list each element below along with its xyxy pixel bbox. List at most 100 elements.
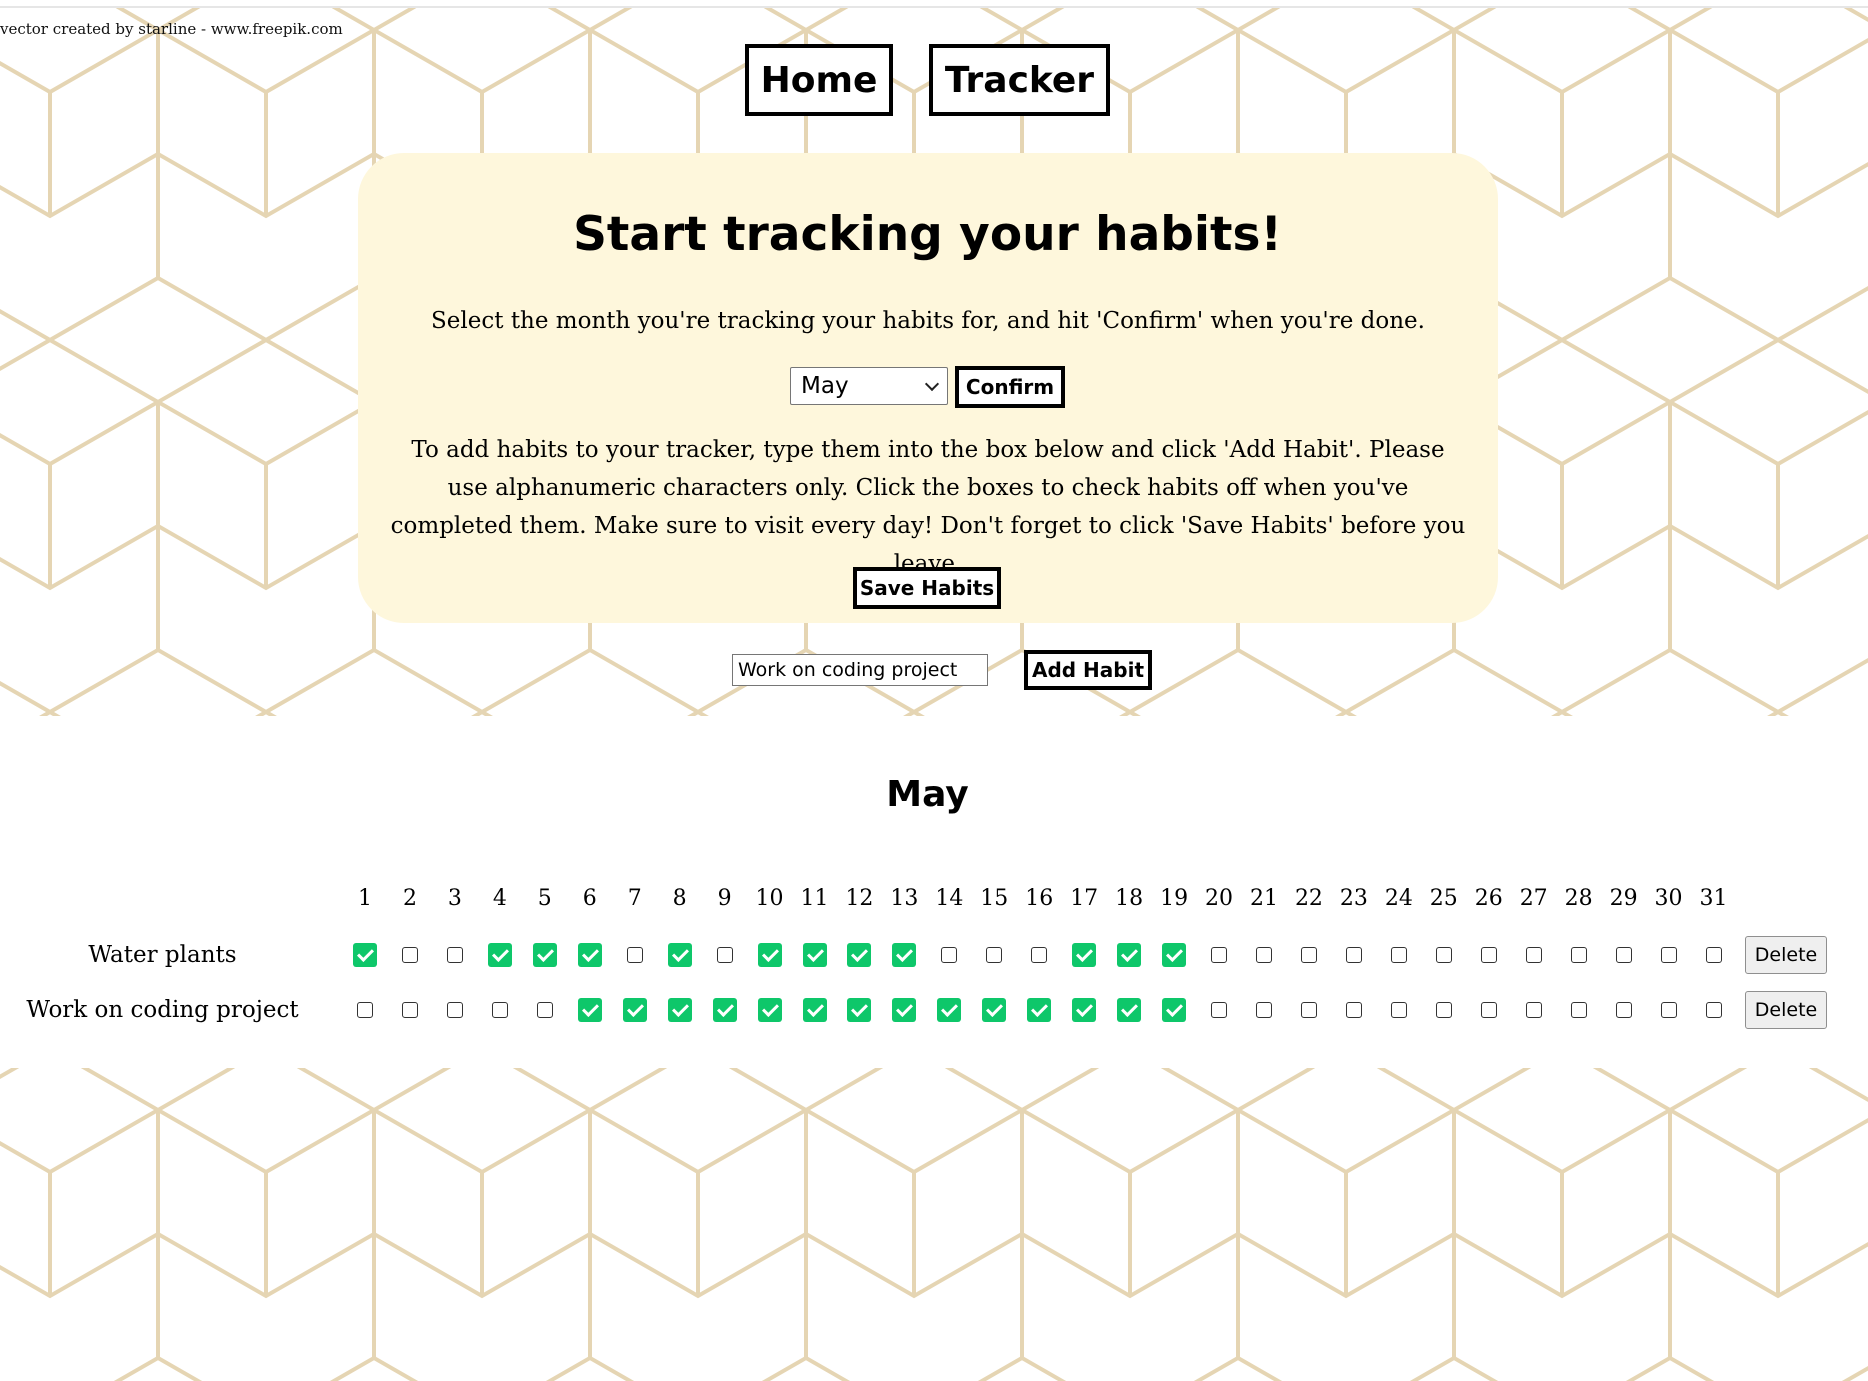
save-habits-button[interactable]: Save Habits [853, 567, 1001, 609]
delete-habit-button[interactable]: Delete [1745, 936, 1827, 974]
habit-checkbox-checked[interactable] [1117, 943, 1142, 967]
habit-checkbox-checked[interactable] [577, 998, 602, 1022]
habit-checkbox[interactable] [1615, 947, 1632, 963]
habit-checkbox-checked[interactable] [847, 943, 872, 967]
add-habit-button[interactable]: Add Habit [1024, 650, 1152, 690]
habit-name: Work on coding project [26, 997, 299, 1023]
habit-checkbox-checked[interactable] [1117, 998, 1142, 1022]
habit-checkbox-checked[interactable] [1162, 998, 1187, 1022]
nav-tracker-button[interactable]: Tracker [929, 44, 1110, 116]
habit-checkbox[interactable] [491, 1002, 508, 1018]
nav-home-button[interactable]: Home [745, 44, 893, 116]
habit-checkbox[interactable] [941, 947, 958, 963]
habit-checkbox-checked[interactable] [667, 943, 692, 967]
habit-checkbox[interactable] [1570, 1002, 1587, 1018]
day-header: 12 [845, 886, 874, 911]
habit-checkbox-checked[interactable] [757, 998, 782, 1022]
habit-checkbox[interactable] [1300, 1002, 1317, 1018]
habit-checkbox[interactable] [1031, 947, 1048, 963]
day-header: 30 [1654, 886, 1683, 911]
day-header: 26 [1474, 886, 1503, 911]
day-header: 10 [755, 886, 784, 911]
habit-checkbox[interactable] [1390, 1002, 1407, 1018]
habit-checkbox[interactable] [986, 947, 1003, 963]
day-header: 16 [1025, 886, 1054, 911]
day-header: 25 [1429, 886, 1458, 911]
day-header: 8 [672, 886, 687, 911]
habit-checkbox[interactable] [1256, 1002, 1272, 1018]
habit-checkbox[interactable] [1705, 1002, 1722, 1018]
habit-checkbox[interactable] [1480, 1002, 1497, 1018]
day-header: 2 [402, 886, 417, 911]
habit-checkbox-checked[interactable] [802, 943, 827, 967]
day-header: 4 [492, 886, 507, 911]
habit-checkbox[interactable] [1300, 947, 1317, 963]
habit-checkbox-checked[interactable] [712, 998, 737, 1022]
day-header: 18 [1115, 886, 1144, 911]
habit-checkbox[interactable] [1705, 947, 1722, 963]
habit-checkbox-checked[interactable] [1162, 943, 1187, 967]
habit-checkbox[interactable] [1480, 947, 1497, 963]
habit-name-input[interactable]: Work on coding project [732, 654, 988, 686]
day-header: 13 [890, 886, 919, 911]
habit-checkbox-checked[interactable] [892, 998, 917, 1022]
day-header: 5 [537, 886, 552, 911]
month-select[interactable]: May [790, 367, 948, 405]
habit-checkbox-checked[interactable] [892, 943, 917, 967]
habit-checkbox-checked[interactable] [982, 998, 1007, 1022]
habit-checkbox[interactable] [1256, 947, 1272, 963]
habit-checkbox[interactable] [1345, 1002, 1362, 1018]
day-header: 1 [358, 886, 372, 911]
habit-checkbox[interactable] [1570, 947, 1587, 963]
month-instructions: Select the month you're tracking your ha… [431, 308, 1425, 334]
habit-checkbox-checked[interactable] [1027, 998, 1052, 1022]
habit-checkbox-checked[interactable] [802, 998, 827, 1022]
habit-instructions: To add habits to your tracker, type them… [390, 437, 1466, 577]
image-credit: vector created by starline - www.freepik… [0, 20, 343, 38]
day-header: 20 [1205, 886, 1234, 911]
habit-checkbox[interactable] [1211, 1002, 1228, 1018]
habit-checkbox[interactable] [1435, 1002, 1452, 1018]
day-header: 22 [1294, 886, 1323, 911]
habit-checkbox-checked[interactable] [577, 943, 602, 967]
day-header: 29 [1609, 886, 1638, 911]
habit-checkbox-checked[interactable] [847, 998, 872, 1022]
habit-checkbox[interactable] [1390, 947, 1407, 963]
habit-checkbox[interactable] [716, 947, 733, 963]
habit-checkbox-checked[interactable] [487, 943, 512, 967]
habit-checkbox[interactable] [446, 1002, 463, 1018]
habit-checkbox-checked[interactable] [937, 998, 962, 1022]
day-header: 27 [1519, 886, 1548, 911]
habit-checkbox-checked[interactable] [667, 998, 692, 1022]
habit-checkbox[interactable] [1660, 1002, 1677, 1018]
day-header: 17 [1070, 886, 1099, 911]
habit-checkbox[interactable] [626, 947, 643, 963]
habit-checkbox-checked[interactable] [1072, 943, 1097, 967]
habit-checkbox-checked[interactable] [757, 943, 782, 967]
confirm-button[interactable]: Confirm [955, 366, 1065, 408]
habit-checkbox-checked[interactable] [353, 943, 377, 967]
habit-checkbox[interactable] [401, 1002, 418, 1018]
day-header: 14 [935, 886, 964, 911]
hexagon-pattern-background-bottom [0, 1068, 1868, 1381]
habit-checkbox[interactable] [1435, 947, 1452, 963]
habit-checkbox-checked[interactable] [622, 998, 647, 1022]
delete-habit-button[interactable]: Delete [1745, 991, 1827, 1029]
habit-checkbox[interactable] [1525, 947, 1542, 963]
day-header: 6 [582, 886, 597, 911]
day-header: 31 [1699, 886, 1728, 911]
habit-checkbox[interactable] [401, 947, 418, 963]
habit-checkbox-checked[interactable] [532, 943, 557, 967]
habit-checkbox[interactable] [1660, 947, 1677, 963]
habit-checkbox[interactable] [357, 1002, 373, 1018]
habit-checkbox-checked[interactable] [1072, 998, 1097, 1022]
day-header: 7 [627, 886, 642, 911]
habit-checkbox[interactable] [536, 1002, 553, 1018]
habit-checkbox[interactable] [1525, 1002, 1542, 1018]
habit-checkbox[interactable] [1615, 1002, 1632, 1018]
habit-checkbox[interactable] [446, 947, 463, 963]
page-title: Start tracking your habits! [573, 207, 1282, 262]
day-header: 11 [800, 886, 829, 911]
habit-checkbox[interactable] [1345, 947, 1362, 963]
habit-checkbox[interactable] [1211, 947, 1228, 963]
